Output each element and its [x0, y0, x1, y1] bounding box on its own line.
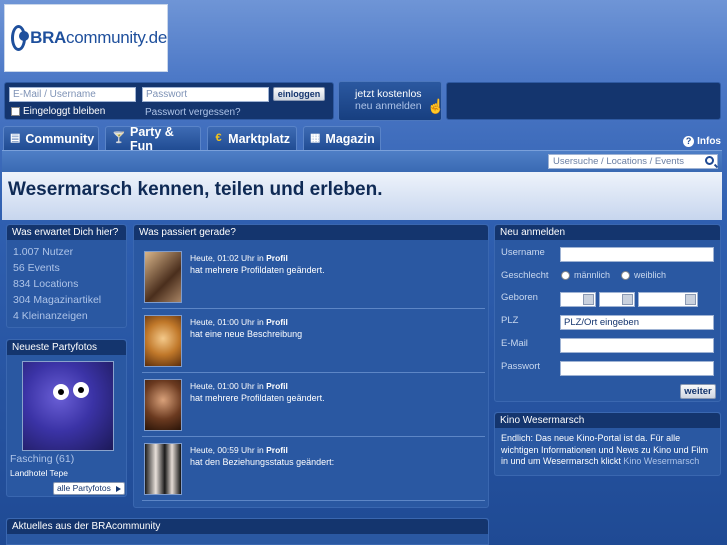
partyfotos-title: Neueste Partyfotos	[7, 340, 126, 355]
tab-marktplatz[interactable]: € Marktplatz	[207, 126, 297, 150]
gender-female-radio[interactable]	[621, 271, 630, 280]
party-location[interactable]: Landhotel Tepe	[10, 468, 68, 478]
tab-magazin[interactable]: ▦ Magazin	[303, 126, 381, 150]
register-now-button[interactable]: jetzt kostenlos neu anmelden ☝	[338, 81, 445, 121]
kino-text: Endlich: Das neue Kino-Portal ist da. Fü…	[495, 428, 720, 473]
birth-year-select[interactable]	[638, 292, 698, 307]
activity-meta: Heute, 00:59 Uhr in Profil	[190, 445, 288, 455]
list-item: Heute, 01:02 Uhr in Profil hat mehrere P…	[142, 247, 485, 309]
kino-panel: Kino Wesermarsch Endlich: Das neue Kino-…	[494, 412, 721, 476]
female-label: weiblich	[634, 270, 667, 280]
tab-party-fun[interactable]: 🍸 Party & Fun	[105, 124, 201, 153]
list-item: Heute, 01:00 Uhr in Profil hat eine neue…	[142, 311, 485, 373]
register-title: Neu anmelden	[495, 225, 720, 240]
search-icon[interactable]	[705, 156, 714, 165]
expect-title: Was erwartet Dich hier?	[7, 225, 126, 240]
list-item: Heute, 00:59 Uhr in Profil hat den Bezie…	[142, 439, 485, 501]
search-input[interactable]: Usersuche / Locations / Events	[548, 154, 718, 169]
kino-title: Kino Wesermarsch	[495, 413, 720, 428]
remember-checkbox[interactable]	[11, 107, 20, 116]
all-partyfotos-button[interactable]: alle Partyfotos	[53, 482, 125, 495]
activity-panel: Was passiert gerade? Heute, 01:02 Uhr in…	[133, 224, 489, 508]
cocktail-icon: 🍸	[112, 132, 126, 144]
gender-label: Geschlecht	[501, 270, 549, 281]
plz-field[interactable]: PLZ/Ort eingeben	[560, 315, 714, 330]
tab-community[interactable]: ▤ Community	[3, 126, 99, 150]
email-input[interactable]: E-Mail / Username	[9, 87, 136, 102]
tab-label: Marktplatz	[228, 131, 290, 146]
username-label: Username	[501, 247, 545, 258]
list-item: Heute, 01:00 Uhr in Profil hat mehrere P…	[142, 375, 485, 437]
activity-meta: Heute, 01:00 Uhr in Profil	[190, 381, 288, 391]
activity-message: hat eine neue Beschreibung	[190, 329, 303, 339]
remember-me[interactable]: Eingeloggt bleiben	[11, 106, 105, 117]
tab-label: Party & Fun	[130, 124, 174, 153]
login-button[interactable]: einloggen	[273, 87, 325, 101]
search-placeholder: Usersuche / Locations / Events	[553, 156, 684, 167]
activity-message: hat den Beziehungsstatus geändert:	[190, 457, 335, 467]
chevron-down-icon	[583, 294, 594, 305]
user-avatar[interactable]	[144, 251, 182, 303]
news-title: Aktuelles aus der BRAcommunity	[7, 519, 488, 534]
user-avatar[interactable]	[144, 379, 182, 431]
tab-label: Magazin	[325, 131, 375, 146]
kino-link[interactable]: Kino Wesermarsch	[623, 456, 699, 466]
stat-classifieds[interactable]: 4 Kleinanzeigen	[7, 308, 126, 324]
born-label: Geboren	[501, 292, 538, 303]
page-headline: Wesermarsch kennen, teilen und erleben.	[2, 172, 722, 220]
activity-message: hat mehrere Profildaten geändert.	[190, 393, 325, 403]
site-logo[interactable]: BRAcommunity.de	[4, 4, 168, 72]
chevron-down-icon	[685, 294, 696, 305]
party-photo[interactable]	[22, 361, 114, 451]
password-label: Passwort	[501, 361, 541, 372]
chevron-down-icon	[622, 294, 633, 305]
login-bar: E-Mail / Username Passwort einloggen Ein…	[4, 82, 334, 120]
email-label: E-Mail	[501, 338, 528, 349]
plz-label: PLZ	[501, 315, 519, 326]
birth-day-select[interactable]	[560, 292, 596, 307]
forgot-password-link[interactable]: Passwort vergessen?	[145, 107, 241, 118]
activity-meta: Heute, 01:00 Uhr in Profil	[190, 317, 288, 327]
register-password-field[interactable]	[560, 361, 714, 376]
help-icon: ?	[683, 136, 695, 147]
infos-link[interactable]: ? Infos	[683, 136, 721, 147]
news-panel: Aktuelles aus der BRAcommunity	[6, 518, 489, 545]
all-partyfotos-label: alle Partyfotos	[57, 483, 111, 493]
user-avatar[interactable]	[144, 443, 182, 495]
top-right-bar	[446, 82, 721, 120]
infos-label: Infos	[697, 136, 721, 147]
male-label: männlich	[574, 270, 611, 280]
stat-locations[interactable]: 834 Locations	[7, 276, 126, 292]
activity-message: hat mehrere Profildaten geändert.	[190, 265, 325, 275]
photo-eye	[53, 384, 69, 400]
password-input[interactable]: Passwort	[142, 87, 269, 102]
activity-title: Was passiert gerade?	[134, 225, 488, 240]
logo-text: BRAcommunity.de	[30, 28, 167, 47]
stat-events[interactable]: 56 Events	[7, 260, 126, 276]
photo-eye	[73, 382, 89, 398]
party-caption[interactable]: Fasching (61)	[10, 453, 74, 465]
partyfotos-panel: Neueste Partyfotos Fasching (61) Landhot…	[6, 339, 127, 497]
user-avatar[interactable]	[144, 315, 182, 367]
hand-cursor-icon: ☝	[427, 98, 445, 114]
register-email-field[interactable]	[560, 338, 714, 353]
logo-icon	[11, 25, 30, 51]
remember-label: Eingeloggt bleiben	[23, 106, 106, 117]
main-nav: ▤ Community 🍸 Party & Fun € Marktplatz ▦ Mag…	[0, 124, 722, 153]
stat-articles[interactable]: 304 Magazinartikel	[7, 292, 126, 308]
tab-label: Community	[25, 131, 95, 146]
newspaper-icon: ▦	[310, 132, 321, 144]
euro-icon: €	[215, 132, 222, 144]
expect-panel: Was erwartet Dich hier? 1.007 Nutzer 56 …	[6, 224, 127, 328]
username-field[interactable]	[560, 247, 714, 262]
gender-male-radio[interactable]	[561, 271, 570, 280]
activity-meta: Heute, 01:02 Uhr in Profil	[190, 253, 288, 263]
register-panel: Neu anmelden Username Geschlecht männlic…	[494, 224, 721, 402]
birth-month-select[interactable]	[599, 292, 635, 307]
stat-users[interactable]: 1.007 Nutzer	[7, 244, 126, 260]
arrow-right-icon	[116, 486, 121, 492]
chat-icon: ▤	[10, 132, 21, 144]
register-submit-button[interactable]: weiter	[680, 384, 716, 399]
